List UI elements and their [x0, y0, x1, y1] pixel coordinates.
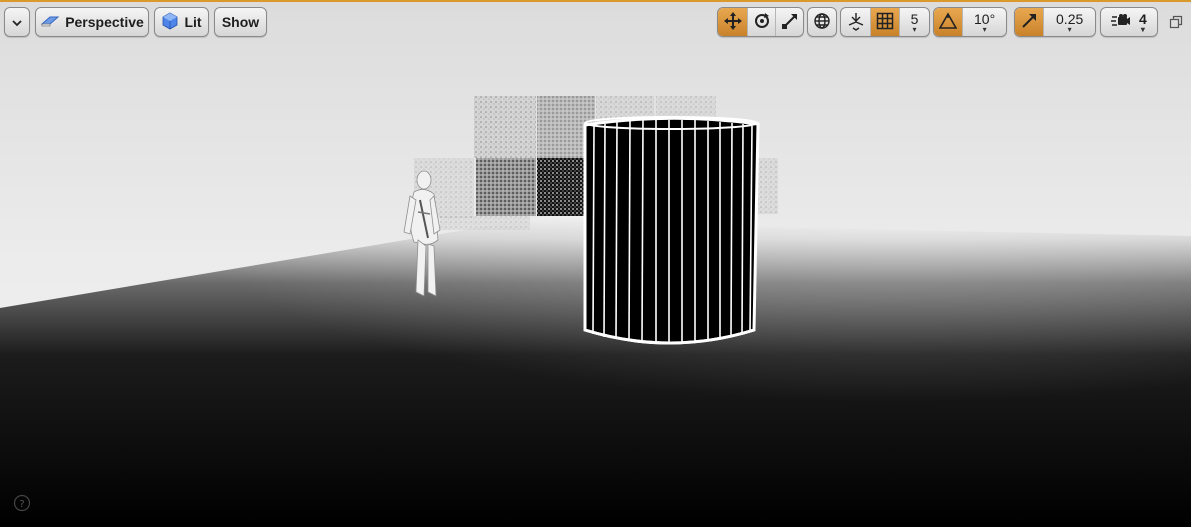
- chevron-down-icon: ▾: [982, 25, 987, 34]
- rotation-snap-group: 10° ▾: [933, 7, 1007, 37]
- rotation-snap-toggle[interactable]: [934, 8, 963, 36]
- scale-snap-value: 0.25: [1056, 11, 1084, 27]
- grid-snap-toggle[interactable]: [870, 8, 899, 36]
- scale-snap-value-dropdown[interactable]: 0.25 ▾: [1043, 8, 1095, 36]
- viewport-options-button[interactable]: [4, 7, 30, 37]
- show-button[interactable]: Show: [214, 7, 267, 37]
- rotation-snap-value: 10°: [974, 11, 996, 27]
- chevron-down-icon: ▾: [1140, 25, 1145, 34]
- viewport-focus-border: [0, 0, 1191, 2]
- cylinder-mesh: [583, 116, 760, 345]
- coordinate-space-button[interactable]: [807, 7, 837, 37]
- help-circle-icon: ?: [13, 494, 31, 516]
- lit-button[interactable]: Lit: [154, 7, 209, 37]
- show-label: Show: [221, 14, 260, 30]
- surface-snap-icon: [847, 11, 865, 34]
- camera-speed-icon: [1111, 13, 1131, 32]
- surface-snap-button[interactable]: [841, 8, 870, 36]
- scale-button[interactable]: [775, 8, 803, 36]
- scale-snap-toggle[interactable]: [1015, 8, 1044, 36]
- level-viewport[interactable]: [0, 0, 1191, 527]
- globe-icon: [813, 12, 831, 33]
- restore-window-icon: [1169, 15, 1183, 33]
- eraser-camera-icon: [40, 14, 60, 31]
- grid-icon: [876, 12, 894, 33]
- restore-window-button[interactable]: [1169, 15, 1183, 29]
- chevron-down-icon: ▾: [1067, 25, 1072, 34]
- lit-label: Lit: [184, 14, 202, 30]
- grid-snap-value: 5: [910, 11, 919, 27]
- chevron-down-icon: ▾: [912, 25, 917, 34]
- triangle-angle-icon: [938, 11, 958, 33]
- rotate-icon: [753, 12, 771, 33]
- rotation-snap-value-dropdown[interactable]: 10° ▾: [962, 8, 1006, 36]
- perspective-label: Perspective: [65, 14, 144, 30]
- camera-speed-value: 4: [1139, 11, 1147, 27]
- svg-text:?: ?: [19, 499, 24, 510]
- scale-snap-icon: [1020, 12, 1038, 33]
- grid-snap-value-dropdown[interactable]: 5 ▾: [899, 8, 929, 36]
- lit-cube-icon: [161, 12, 179, 33]
- grid-snap-group: 5 ▾: [840, 7, 930, 37]
- help-button[interactable]: ?: [13, 494, 31, 512]
- rotate-button[interactable]: [747, 8, 775, 36]
- scale-snap-group: 0.25 ▾: [1014, 7, 1096, 37]
- camera-speed-button[interactable]: 4 ▾: [1100, 7, 1158, 37]
- perspective-button[interactable]: Perspective: [35, 7, 149, 37]
- scale-arrows-icon: [781, 12, 799, 33]
- transform-tools-group: [717, 7, 804, 37]
- chevron-down-icon: [12, 14, 22, 30]
- translate-button[interactable]: [718, 8, 747, 36]
- move-arrows-icon: [723, 11, 743, 34]
